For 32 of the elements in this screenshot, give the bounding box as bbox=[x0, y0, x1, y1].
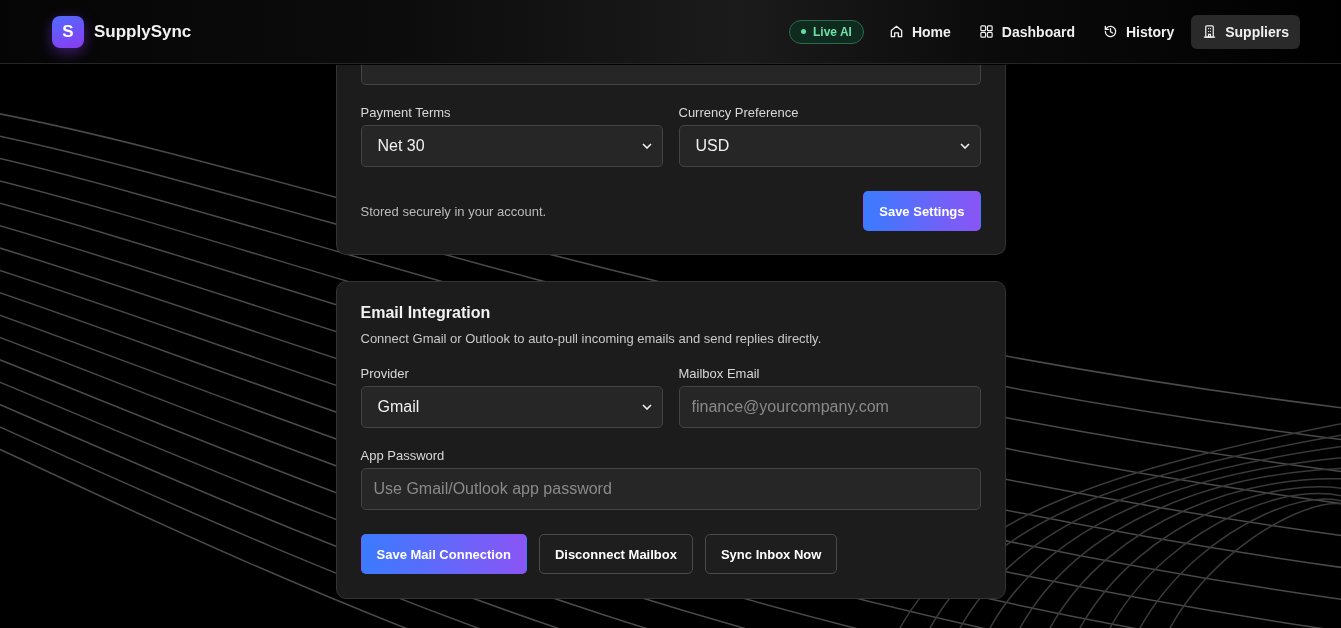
card-description: Connect Gmail or Outlook to auto-pull incoming emails and send replies directly. bbox=[360, 331, 823, 346]
building-icon bbox=[1202, 24, 1218, 39]
chevron-icon bbox=[641, 143, 652, 149]
field-label: Currency Preference bbox=[678, 105, 800, 120]
home-icon bbox=[888, 24, 904, 39]
nav-link[interactable]: Suppliers bbox=[1191, 14, 1300, 49]
history-icon bbox=[1102, 24, 1118, 39]
field-label: App Password bbox=[360, 448, 446, 463]
action-button[interactable]: Sync Inbox Now bbox=[704, 534, 838, 574]
currency-select[interactable]: USD bbox=[678, 125, 981, 167]
brand-name[interactable]: SupplySync bbox=[94, 21, 192, 42]
grid-icon bbox=[978, 24, 994, 39]
provider-select[interactable]: Gmail bbox=[360, 386, 663, 428]
mailbox-email-field[interactable]: finance@yourcompany.com bbox=[678, 386, 981, 428]
nav-link[interactable]: Dashboard bbox=[967, 14, 1086, 49]
logo-icon[interactable]: S bbox=[52, 15, 84, 48]
field-label: Mailbox Email bbox=[678, 366, 761, 381]
action-button[interactable]: Disconnect Mailbox bbox=[538, 534, 693, 574]
save-settings-button[interactable]: Save Settings bbox=[863, 191, 981, 231]
action-button[interactable]: Save Mail Connection bbox=[360, 534, 527, 574]
payment-terms-select[interactable]: Net 30 bbox=[360, 125, 663, 167]
app-password-field[interactable]: Use Gmail/Outlook app password bbox=[360, 468, 981, 510]
email-field[interactable] bbox=[360, 65, 981, 85]
chevron-icon bbox=[641, 404, 652, 410]
nav-link[interactable]: History bbox=[1091, 14, 1186, 49]
field-label: Payment Terms bbox=[360, 105, 452, 120]
nav-link[interactable]: Home bbox=[877, 14, 962, 49]
card-title: Email Integration bbox=[360, 304, 492, 322]
field-label: Provider bbox=[360, 366, 410, 381]
chevron-icon bbox=[959, 143, 970, 149]
storage-note: Stored securely in your account. bbox=[360, 203, 547, 219]
status-badge: Live AI bbox=[789, 19, 864, 44]
